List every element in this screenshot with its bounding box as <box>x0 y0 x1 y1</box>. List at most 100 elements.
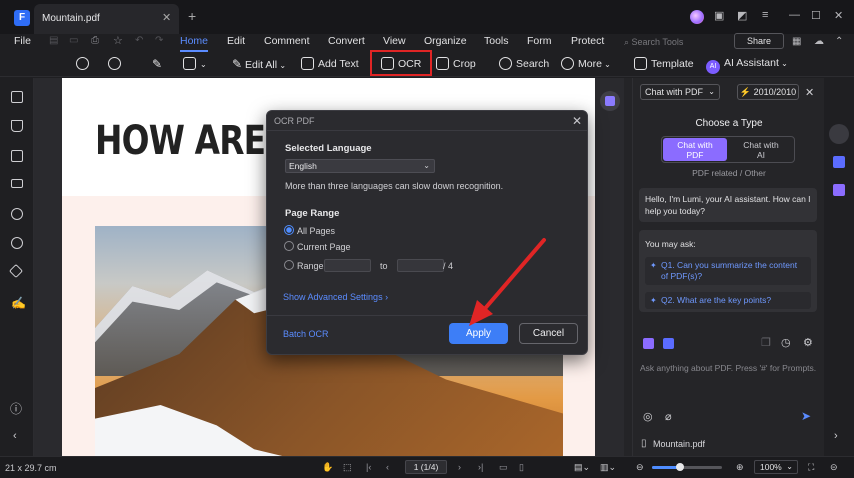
avatar[interactable] <box>690 10 704 24</box>
menu-protect[interactable]: Protect <box>571 35 604 47</box>
ai-assistant-button[interactable]: AI AI Assistant ⌄ <box>706 57 788 74</box>
crop-button[interactable]: Crop <box>436 57 476 70</box>
view-mode-icon[interactable]: ▥⌄ <box>600 462 616 473</box>
lightbulb-icon[interactable]: ◎ <box>643 410 653 423</box>
send-icon[interactable]: ➤ <box>801 409 811 423</box>
page-thumbnail-icon[interactable] <box>11 91 23 103</box>
suggested-question-1[interactable]: ✦ Q1. Can you summarize the content of PD… <box>645 257 811 285</box>
batch-ocr-link[interactable]: Batch OCR <box>283 329 329 339</box>
panel-close-icon[interactable]: ✕ <box>805 86 814 99</box>
all-pages-radio[interactable] <box>284 225 294 235</box>
credits-badge[interactable]: ⚡ 2010/2010 <box>737 84 799 100</box>
range-radio[interactable] <box>284 260 294 270</box>
select-tool-icon[interactable]: ⬚ <box>343 462 352 473</box>
folder-icon[interactable]: ▭ <box>69 35 78 46</box>
highlight-button[interactable]: ✎ <box>152 57 162 71</box>
first-page-icon[interactable]: |‹ <box>366 462 371 472</box>
search-tools-input[interactable]: ⌕ Search Tools <box>624 37 683 48</box>
minimize-icon[interactable]: — <box>789 9 800 21</box>
range-start-input[interactable] <box>324 259 371 272</box>
new-tab-icon[interactable]: + <box>188 8 196 24</box>
template-button[interactable]: Template <box>634 57 694 70</box>
zoom-in-small-icon[interactable]: ⊕ <box>736 462 744 473</box>
translate-rail-icon[interactable] <box>833 156 845 168</box>
reading-mode-icon[interactable]: ⊝ <box>830 462 838 473</box>
redo-icon[interactable]: ↷ <box>155 35 163 46</box>
translate-icon[interactable] <box>663 338 674 349</box>
zoom-level-select[interactable]: 100% ⌄ <box>754 460 798 474</box>
expand-panel-icon[interactable]: › <box>834 430 838 442</box>
fit-page-icon[interactable]: ▭ <box>499 462 508 473</box>
floating-ai-button[interactable] <box>600 91 620 111</box>
bookmark-icon[interactable] <box>11 120 23 132</box>
feedback-icon[interactable]: ◩ <box>737 9 747 22</box>
menu-form[interactable]: Form <box>527 35 552 47</box>
prompt-library-icon[interactable] <box>643 338 654 349</box>
menu-organize[interactable]: Organize <box>424 35 467 47</box>
next-page-icon[interactable]: › <box>458 462 461 472</box>
search-panel-icon[interactable] <box>11 237 23 249</box>
more-button[interactable]: More ⌄ <box>561 57 611 70</box>
comment-icon[interactable] <box>11 150 23 162</box>
search-button[interactable]: Search <box>499 57 549 70</box>
chat-with-pdf-option[interactable]: Chat with PDF <box>663 138 727 161</box>
edit-all-button[interactable]: ✎ Edit All ⌄ <box>232 57 286 71</box>
menu-comment[interactable]: Comment <box>264 35 310 47</box>
collapse-ribbon-icon[interactable]: ⌃ <box>835 36 843 47</box>
reader-mode-icon[interactable]: ▦ <box>792 36 801 47</box>
zoom-slider-handle[interactable] <box>676 463 684 471</box>
menu-home[interactable]: Home <box>180 35 208 47</box>
gift-icon[interactable]: ▣ <box>714 9 724 22</box>
save-icon[interactable]: ▤ <box>49 35 58 46</box>
range-end-input[interactable] <box>397 259 444 272</box>
fullscreen-icon[interactable]: ⛶ <box>808 462 814 473</box>
tab-close-icon[interactable]: ✕ <box>162 11 171 24</box>
window-close-icon[interactable]: ✕ <box>834 9 843 22</box>
menu-edit[interactable]: Edit <box>227 35 245 47</box>
language-select[interactable]: English ⌄ <box>285 159 435 173</box>
dialog-close-icon[interactable]: ✕ <box>572 114 582 128</box>
star-icon[interactable]: ☆ <box>113 34 123 47</box>
document-tab[interactable]: Mountain.pdf ✕ <box>34 4 179 34</box>
copy-icon[interactable]: ❐ <box>761 336 771 349</box>
current-page-radio[interactable] <box>284 241 294 251</box>
zoom-out-button[interactable] <box>76 57 93 70</box>
layers-list-icon[interactable] <box>11 179 23 188</box>
zoom-out-small-icon[interactable]: ⊖ <box>636 462 644 473</box>
share-button[interactable]: Share <box>734 33 784 49</box>
add-text-button[interactable]: Add Text <box>301 57 359 70</box>
collapse-sidebar-icon[interactable]: ‹ <box>13 430 17 442</box>
zoom-slider[interactable] <box>652 463 722 471</box>
menu-tools[interactable]: Tools <box>484 35 509 47</box>
app-logo-icon[interactable]: F <box>14 10 30 26</box>
chat-with-ai-option[interactable]: Chat with AI <box>729 138 793 161</box>
fit-width-icon[interactable]: ▯ <box>519 462 524 473</box>
maximize-icon[interactable]: ☐ <box>811 9 821 22</box>
attachment-icon[interactable] <box>11 208 23 220</box>
shape-button[interactable]: ⌄ <box>183 57 207 70</box>
signature-icon[interactable]: ✍ <box>11 296 26 310</box>
zoom-in-button[interactable] <box>108 57 125 70</box>
cloud-upload-icon[interactable]: ☁ <box>814 36 824 47</box>
ask-input[interactable]: Ask anything about PDF. Press '#' for Pr… <box>640 363 820 373</box>
ai-assistant-rail-icon[interactable] <box>829 124 849 144</box>
chat-mode-select[interactable]: Chat with PDF ⌄ <box>640 84 720 100</box>
more-menu-icon[interactable]: ≡ <box>762 9 768 21</box>
suggested-question-2[interactable]: ✦ Q2. What are the key points? <box>645 292 811 309</box>
menu-convert[interactable]: Convert <box>328 35 365 47</box>
show-advanced-settings-link[interactable]: Show Advanced Settings › <box>283 292 388 302</box>
undo-icon[interactable]: ↶ <box>135 35 143 46</box>
page-number-input[interactable]: 1 (1/4) <box>405 460 447 474</box>
menu-file[interactable]: File <box>14 35 31 47</box>
layers-icon[interactable] <box>8 263 24 279</box>
menu-view[interactable]: View <box>383 35 406 47</box>
page-layout-icon[interactable]: ▤⌄ <box>574 462 590 473</box>
last-page-icon[interactable]: ›| <box>478 462 483 472</box>
help-icon[interactable]: ⓘ <box>10 400 22 416</box>
document-scrollbar[interactable] <box>624 78 632 456</box>
hand-tool-icon[interactable]: ✋ <box>322 462 333 473</box>
print-icon[interactable]: ⎙ <box>91 35 99 46</box>
settings-icon[interactable]: ⚙ <box>803 336 813 349</box>
history-icon[interactable]: ◷ <box>781 336 791 349</box>
attach-icon[interactable]: ⌀ <box>665 410 672 423</box>
